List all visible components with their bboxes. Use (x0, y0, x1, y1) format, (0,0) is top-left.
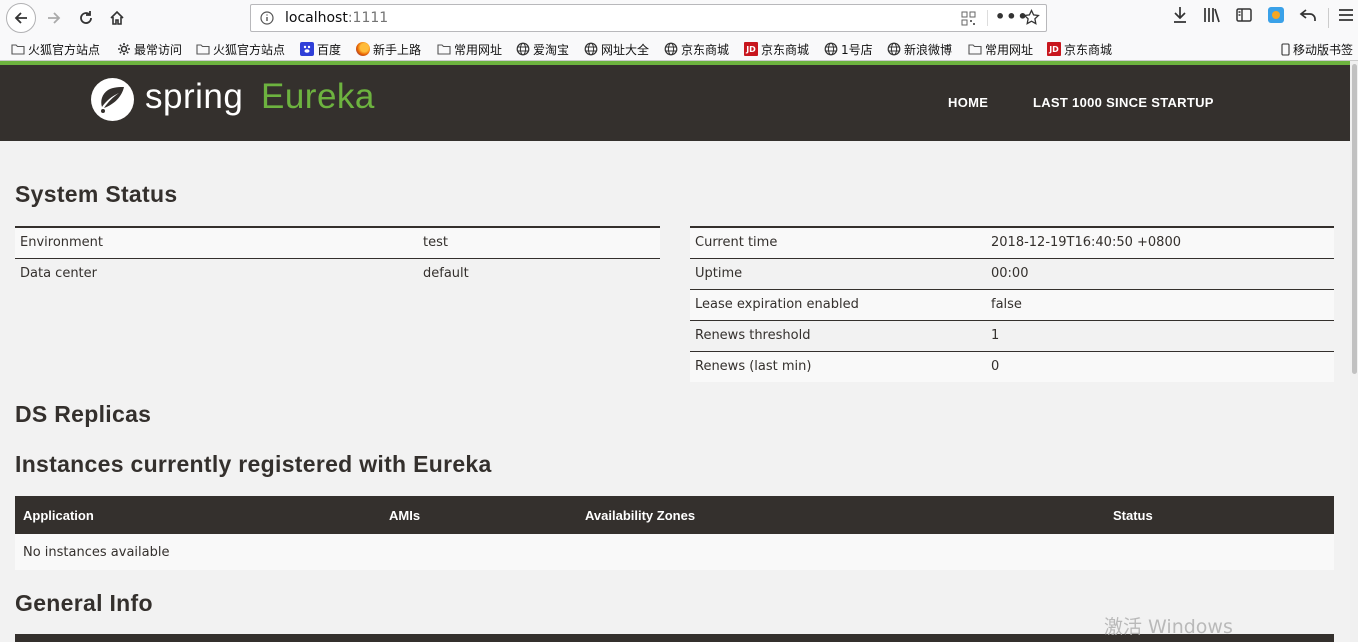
table-header-row: Application AMIs Availability Zones Stat… (15, 496, 1334, 534)
status-label: Current time (690, 226, 986, 258)
forward-button[interactable] (40, 4, 68, 32)
table-row: No instances available (15, 534, 1334, 570)
column-header-amis: AMIs (381, 496, 577, 534)
jd-icon: JD (744, 42, 758, 56)
nav-home-link[interactable]: HOME (948, 95, 988, 110)
bookmark-item[interactable]: 新浪微博 (887, 40, 952, 58)
status-label: Renews threshold (690, 319, 986, 351)
column-header-application: Application (15, 496, 381, 534)
spring-leaf-logo-icon[interactable] (89, 76, 136, 123)
status-label: Data center (15, 257, 418, 289)
firefox-icon (356, 42, 370, 56)
bookmark-item[interactable]: 新手上路 (356, 40, 421, 58)
bookmark-item[interactable]: JD 京东商城 (1047, 40, 1112, 58)
status-value: false (986, 288, 1334, 320)
globe-icon (516, 42, 530, 56)
folder-icon (11, 42, 25, 56)
status-value: 0 (986, 350, 1334, 382)
globe-icon (584, 42, 598, 56)
bookmark-star-icon[interactable] (1023, 9, 1040, 26)
urlbar-separator (987, 10, 988, 26)
table-row: Data center default (15, 257, 660, 289)
empty-state-text: No instances available (15, 534, 1334, 570)
table-row: Renews threshold 1 (690, 319, 1334, 351)
folder-icon (196, 42, 210, 56)
instances-heading: Instances currently registered with Eure… (15, 451, 492, 477)
system-status-heading: System Status (15, 181, 178, 207)
globe-icon (824, 42, 838, 56)
bookmark-item[interactable]: 常用网址 (968, 40, 1033, 58)
sidebar-icon[interactable] (1235, 6, 1253, 24)
status-value: 2018-12-19T16:40:50 +0800 (986, 226, 1334, 258)
url-bar[interactable]: localhost:1111 ••• (250, 4, 1047, 32)
bookmark-item[interactable]: 常用网址 (437, 40, 502, 58)
table-row: Environment test (15, 226, 660, 258)
undo-icon[interactable] (1299, 6, 1317, 24)
library-icon[interactable] (1203, 6, 1221, 24)
page-scrollbar-thumb[interactable] (1352, 64, 1357, 374)
column-header-availability-zones: Availability Zones (577, 496, 1105, 534)
ds-replicas-heading: DS Replicas (15, 401, 152, 427)
bookmark-item[interactable]: 京东商城 (664, 40, 729, 58)
gear-icon (117, 42, 131, 56)
status-label: Lease expiration enabled (690, 288, 986, 320)
logo-eureka-text: Eureka (261, 77, 375, 116)
bookmark-item[interactable]: JD 京东商城 (744, 40, 809, 58)
eureka-navbar: spring Eureka HOME LAST 1000 SINCE START… (0, 65, 1358, 141)
mobile-bookmarks[interactable]: 移动版书签 (1280, 40, 1353, 58)
table-row: Lease expiration enabled false (690, 288, 1334, 320)
folder-icon (968, 42, 982, 56)
mobile-phone-icon (1280, 42, 1290, 56)
jd-icon: JD (1047, 42, 1061, 56)
bookmark-item[interactable]: 1号店 (824, 40, 873, 58)
general-info-heading: General Info (15, 590, 153, 616)
arrow-right-icon (48, 12, 61, 24)
bookmark-item[interactable]: 火狐官方站点 (196, 40, 285, 58)
table-row: Current time 2018-12-19T16:40:50 +0800 (690, 226, 1334, 258)
status-value: test (418, 226, 660, 258)
download-icon[interactable] (1172, 6, 1188, 24)
toolbar-separator (1328, 8, 1329, 28)
url-host: localhost (285, 10, 348, 26)
status-label: Uptime (690, 257, 986, 289)
status-label: Renews (last min) (690, 350, 986, 382)
bookmark-item[interactable]: 最常访问 (117, 40, 182, 58)
instances-table: Application AMIs Availability Zones Stat… (15, 496, 1334, 570)
url-text[interactable]: localhost:1111 (285, 10, 388, 26)
back-button[interactable] (6, 3, 36, 33)
status-value: 1 (986, 319, 1334, 351)
status-label: Environment (15, 226, 418, 258)
globe-icon (664, 42, 678, 56)
folder-icon (437, 42, 451, 56)
bookmark-item[interactable]: 火狐官方站点 (11, 40, 100, 58)
column-header-status: Status (1105, 496, 1334, 534)
bookmark-item[interactable]: 网址大全 (584, 40, 649, 58)
status-value: default (418, 257, 660, 289)
hamburger-menu-icon[interactable] (1338, 6, 1354, 24)
system-status-left-table: Environment test Data center default (15, 226, 660, 289)
reload-button[interactable] (72, 4, 100, 32)
reload-icon (80, 11, 92, 24)
windows-activation-watermark: 激活 Windows (1104, 616, 1233, 638)
baidu-icon (300, 42, 314, 56)
bookmark-item[interactable]: 百度 (300, 40, 341, 58)
nav-last1000-link[interactable]: LAST 1000 SINCE STARTUP (1033, 95, 1214, 110)
qr-code-icon[interactable] (961, 11, 976, 26)
globe-icon (887, 42, 901, 56)
system-status-right-table: Current time 2018-12-19T16:40:50 +0800 Up… (690, 226, 1334, 382)
info-icon[interactable] (260, 11, 274, 25)
status-value: 00:00 (986, 257, 1334, 289)
browser-toolbar: localhost:1111 ••• (0, 0, 1358, 36)
home-button[interactable] (103, 4, 131, 32)
bookmark-item[interactable]: 爱淘宝 (516, 40, 569, 58)
extension-icon[interactable] (1267, 6, 1285, 24)
logo-spring-text: spring (145, 77, 244, 116)
table-row: Uptime 00:00 (690, 257, 1334, 289)
arrow-left-icon (14, 12, 27, 24)
table-row: Renews (last min) 0 (690, 350, 1334, 382)
url-port: :1111 (347, 10, 389, 26)
home-icon (110, 10, 124, 25)
bookmarks-toolbar: 火狐官方站点 最常访问 火狐官方站点 百度 新手上路 常用网址 爱淘宝 网址大全… (0, 36, 1358, 61)
